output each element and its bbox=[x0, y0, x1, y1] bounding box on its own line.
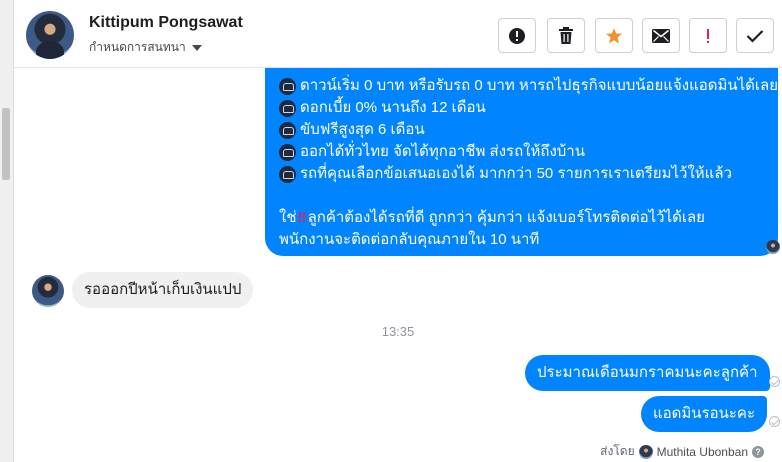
exclamation-icon bbox=[707, 28, 709, 43]
left-scrollbar[interactable] bbox=[0, 0, 14, 462]
car-emoji-icon bbox=[279, 99, 296, 117]
alert-circle-icon bbox=[509, 27, 525, 44]
checkmark-icon bbox=[746, 29, 764, 43]
delete-button[interactable] bbox=[547, 18, 585, 53]
message-thread: ดาวน์เริ่ม 0 บาท หรือรับรถ 0 บาท หารถไปธ… bbox=[14, 29, 782, 462]
sent-by-indicator: ส่งโดย Muthita Ubonban ? bbox=[600, 442, 764, 461]
car-emoji-icon bbox=[279, 165, 296, 183]
star-button[interactable] bbox=[595, 18, 633, 53]
assign-conversation-dropdown[interactable]: กำหนดการสนทนา bbox=[89, 38, 202, 57]
message-line: ดอกเบี้ย 0% นานถึง 12 เดือน bbox=[279, 97, 764, 119]
message-line: ขับฟรีสูงสุด 6 เดือน bbox=[279, 119, 764, 141]
message-timestamp: 13:35 bbox=[381, 324, 415, 339]
star-icon bbox=[606, 27, 622, 43]
conversation-header: Kittipum Pongsawat กำหนดการสนทนา bbox=[14, 0, 782, 68]
contact-name[interactable]: Kittipum Pongsawat bbox=[89, 14, 243, 32]
envelope-icon bbox=[652, 28, 670, 43]
seen-avatar-icon bbox=[766, 240, 780, 254]
contact-avatar-small[interactable] bbox=[32, 275, 64, 307]
outgoing-message-bubble[interactable]: ประมาณเดือนมกราคมนะคะลูกค้า bbox=[525, 355, 770, 391]
caret-down-icon bbox=[191, 45, 202, 51]
message-line: ดาวน์เริ่ม 0 บาท หรือรับรถ 0 บาท หารถไปธ… bbox=[279, 75, 778, 97]
car-emoji-icon bbox=[279, 77, 296, 95]
mark-unread-button[interactable] bbox=[642, 18, 680, 53]
mark-done-button[interactable] bbox=[736, 18, 774, 53]
sent-by-agent-name[interactable]: Muthita Ubonban bbox=[657, 445, 748, 459]
car-emoji-icon bbox=[279, 121, 296, 139]
help-icon[interactable]: ? bbox=[752, 445, 764, 458]
incoming-message-bubble[interactable]: รอออกปีหน้าเก็บเงินแปป bbox=[72, 272, 254, 308]
car-emoji-icon bbox=[279, 143, 296, 161]
contact-avatar[interactable] bbox=[26, 11, 74, 59]
double-exclamation-emoji-icon: ‼ bbox=[297, 209, 307, 226]
follow-up-button[interactable] bbox=[689, 18, 727, 53]
sent-check-icon bbox=[769, 376, 780, 387]
spam-button[interactable] bbox=[498, 18, 536, 53]
sent-check-icon bbox=[769, 416, 780, 427]
outgoing-message-bubble[interactable]: แอดมินรอนะคะ bbox=[641, 396, 768, 432]
message-line: พนักงานจะติดต่อกลับคุณภายใน 10 นาที bbox=[279, 231, 540, 248]
agent-avatar-icon bbox=[638, 444, 653, 459]
message-line: ใช่ ‼ ลูกค้าต้องได้รถที่ดี ถูกกว่า คุ้มกว… bbox=[279, 207, 764, 229]
inbox-conversation-view: Kittipum Pongsawat กำหนดการสนทนา ดาวน์เร… bbox=[0, 0, 782, 462]
message-line: ออกได้ทั่วไทย จัดได้ทุกอาชีพ ส่งรถให้ถึง… bbox=[279, 141, 764, 163]
trash-icon bbox=[559, 26, 573, 44]
assign-label: กำหนดการสนทนา bbox=[89, 40, 186, 54]
message-line: รถที่คุณเลือกข้อเสนอเองได้ มากกว่า 50 รา… bbox=[279, 163, 764, 185]
sent-by-label: ส่งโดย bbox=[600, 444, 635, 458]
scrollbar-thumb[interactable] bbox=[2, 108, 10, 180]
